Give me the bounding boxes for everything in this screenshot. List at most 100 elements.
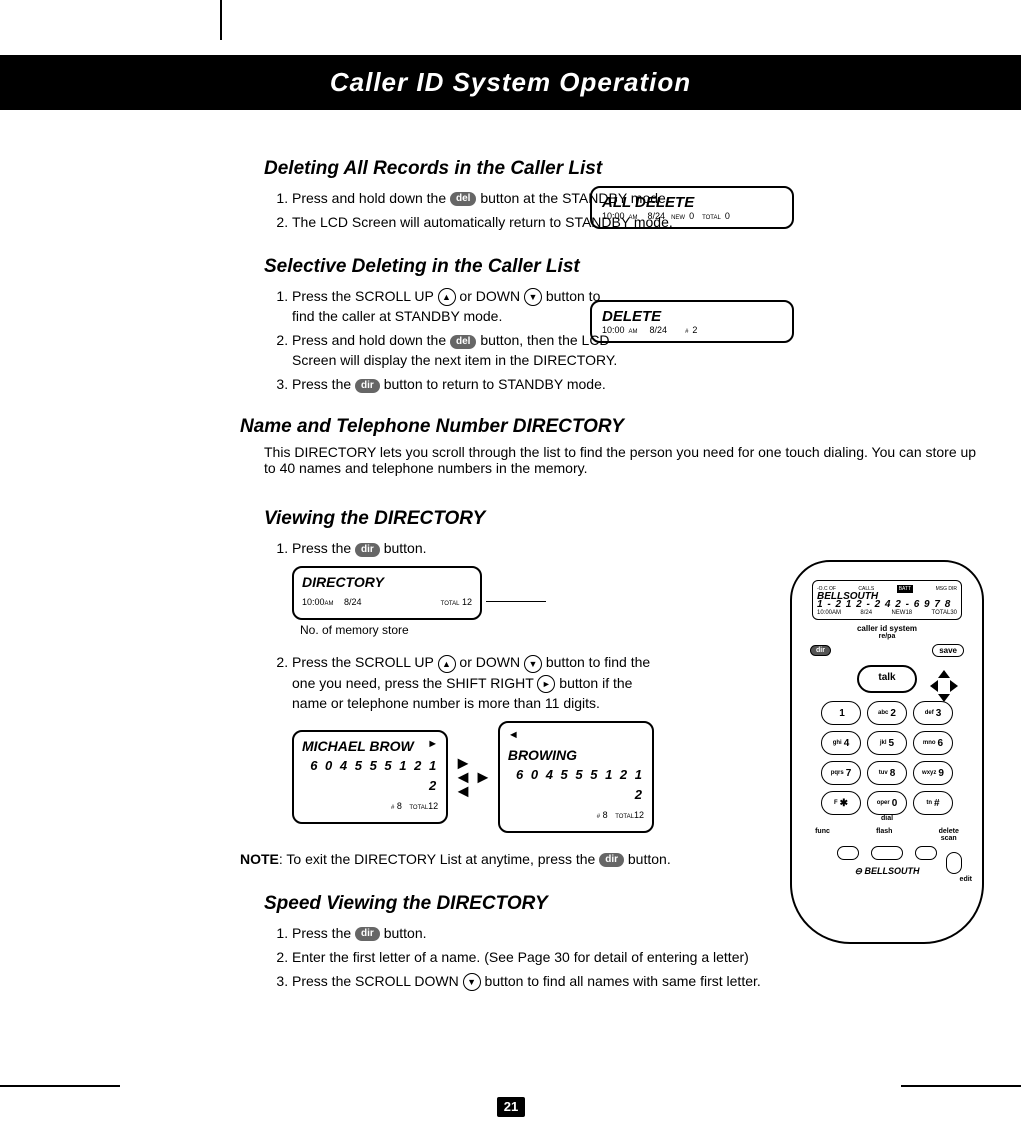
heading-viewing-directory: Viewing the DIRECTORY bbox=[264, 508, 654, 530]
phone-keypad: 1abc2def3ghi4jkl5mno6pqrs7tuv8wxyz9F✱ope… bbox=[792, 701, 982, 815]
lcd-row: # 8 TOTAL12 bbox=[508, 805, 644, 827]
lcd-row: # 8 TOTAL12 bbox=[302, 796, 438, 818]
lcd-name-pair: ► MICHAEL BROW 6 0 4 5 5 5 1 2 1 2 # 8 T… bbox=[292, 721, 654, 833]
note-label: NOTE bbox=[240, 851, 279, 867]
ap: AM bbox=[832, 610, 841, 616]
lcd-directory-title: DIRECTORY bbox=[302, 572, 472, 592]
section-selective-deleting: Selective Deleting in the Caller List Pr… bbox=[264, 256, 924, 396]
total: 12 bbox=[634, 810, 644, 820]
arrows-between: ► ◄ ► ◄ bbox=[454, 756, 492, 798]
dir-button-icon: dir bbox=[355, 543, 380, 557]
lcd-name: MICHAEL BROW bbox=[302, 736, 438, 756]
lcd-name-right: ◄ BROWING 6 0 4 5 5 5 1 2 1 2 # 8 TOTAL1… bbox=[498, 721, 654, 833]
phone-key: oper0 bbox=[867, 791, 907, 815]
total-lbl: TOTAL bbox=[615, 814, 634, 820]
phone-save-button: save bbox=[932, 644, 964, 657]
phone-dial-label: dial bbox=[792, 815, 982, 822]
dir-button-icon: dir bbox=[355, 927, 380, 941]
phone-number: 1 - 2 1 2 - 2 4 2 - 6 9 7 8 bbox=[817, 601, 957, 609]
idx: 8 bbox=[397, 801, 402, 811]
step-1: Press and hold down the del button at th… bbox=[292, 186, 924, 210]
phone-key: 1 bbox=[821, 701, 861, 725]
phone-key: mno6 bbox=[913, 731, 953, 755]
text: button. bbox=[384, 540, 427, 556]
lbl-flash: flash bbox=[876, 828, 892, 842]
steps-viewing: Press the dir button. DIRECTORY 10:00AM … bbox=[264, 536, 654, 835]
phone-key: pqrs7 bbox=[821, 761, 861, 785]
step-3: Press the SCROLL DOWN ▼ button to find a… bbox=[292, 969, 924, 993]
text: button to find all names with same first… bbox=[485, 973, 761, 989]
text: Enter the first letter of a name. (See P… bbox=[292, 949, 749, 965]
right-arrow-icon: ► bbox=[474, 770, 492, 784]
phone-key: wxyz9 bbox=[913, 761, 953, 785]
phone-key: ghi4 bbox=[821, 731, 861, 755]
text: Press the SCROLL UP bbox=[292, 654, 434, 670]
phone-screen: -O.C OF CALLS BATT MSG DIR BELLSOUTH 1 -… bbox=[812, 580, 962, 620]
shift-right-icon: ► bbox=[537, 675, 555, 693]
phone-illustration: -O.C OF CALLS BATT MSG DIR BELLSOUTH 1 -… bbox=[790, 560, 984, 944]
text: or DOWN bbox=[459, 654, 520, 670]
tt: 30 bbox=[950, 610, 957, 616]
phone-led-icon bbox=[946, 852, 962, 874]
text: Press the SCROLL DOWN bbox=[292, 973, 459, 989]
text: Press the bbox=[292, 540, 351, 556]
phone-oval-icon bbox=[837, 846, 859, 860]
right-arrow-icon: ► bbox=[427, 734, 438, 754]
steps-deleting-all: Press and hold down the del button at th… bbox=[264, 186, 924, 234]
lcd-ampm: AM bbox=[325, 601, 334, 607]
text: button at the STANDBY mode. bbox=[480, 190, 669, 206]
phone-oval-icon bbox=[871, 846, 903, 860]
phone-key: tuv8 bbox=[867, 761, 907, 785]
phone-row: 10:00AM 8/24 NEW18 TOTAL30 bbox=[817, 609, 957, 617]
step-3: Press the dir button to return to STANDB… bbox=[292, 372, 622, 396]
scroll-up-icon: ▲ bbox=[438, 288, 456, 306]
lcd-directory: DIRECTORY 10:00AM 8/24 TOTAL 12 bbox=[292, 566, 482, 620]
phone-subtitle: caller id system bbox=[792, 624, 982, 633]
lcd-time: 10:00 bbox=[302, 597, 325, 607]
lbl-delete: delete bbox=[939, 828, 959, 835]
lcd-directory-row: 10:00AM 8/24 TOTAL 12 bbox=[302, 592, 472, 614]
text: Press and hold down the bbox=[292, 332, 446, 348]
section-deleting-all: Deleting All Records in the Caller List … bbox=[264, 158, 924, 234]
lcd-directory-wrap: DIRECTORY 10:00AM 8/24 TOTAL 12 No. of m… bbox=[292, 566, 654, 640]
phone-talk-button: talk bbox=[857, 665, 917, 693]
left-arrow-icon: ◄ bbox=[508, 725, 519, 745]
phone-key: def3 bbox=[913, 701, 953, 725]
text: button. bbox=[628, 851, 671, 867]
lcd-total: 12 bbox=[462, 597, 472, 607]
idx: 8 bbox=[603, 810, 608, 820]
intro-text: This DIRECTORY lets you scroll through t… bbox=[264, 444, 980, 476]
lcd-name: BROWING bbox=[508, 745, 644, 765]
step-2: Enter the first letter of a name. (See P… bbox=[292, 945, 924, 969]
phone-key: jkl5 bbox=[867, 731, 907, 755]
steps-selective-deleting: Press the SCROLL UP ▲ or DOWN ▼ button t… bbox=[264, 284, 622, 396]
step-1: Press the SCROLL UP ▲ or DOWN ▼ button t… bbox=[292, 284, 622, 328]
page-title: Caller ID System Operation bbox=[330, 67, 691, 98]
lcd-number: 6 0 4 5 5 5 1 2 1 2 bbox=[508, 765, 644, 805]
lcd-date: 8/24 bbox=[344, 597, 362, 607]
hash: # bbox=[597, 814, 600, 820]
total: 12 bbox=[428, 801, 438, 811]
scroll-down-icon: ▼ bbox=[463, 973, 481, 991]
text: Press the bbox=[292, 925, 351, 941]
dpad-left-icon bbox=[924, 680, 938, 692]
ind-bat: BATT bbox=[897, 585, 913, 593]
phone-dir-button: dir bbox=[810, 645, 831, 656]
dpad-up-icon bbox=[938, 670, 950, 678]
viewing-left: Viewing the DIRECTORY Press the dir butt… bbox=[264, 490, 654, 835]
dpad-down-icon bbox=[938, 694, 950, 702]
heading-name-directory: Name and Telephone Number DIRECTORY bbox=[240, 416, 980, 438]
dir-button-icon: dir bbox=[599, 853, 624, 867]
dpad-right-icon bbox=[950, 680, 964, 692]
heading-selective-deleting: Selective Deleting in the Caller List bbox=[264, 256, 924, 278]
caption-memory-store: No. of memory store bbox=[300, 620, 409, 640]
text: or DOWN bbox=[459, 288, 520, 304]
step-1: Press the dir button. DIRECTORY 10:00AM … bbox=[292, 536, 654, 650]
crop-mark-bottom-right bbox=[901, 1085, 1021, 1087]
leader-line bbox=[486, 601, 546, 602]
phone-key: abc2 bbox=[867, 701, 907, 725]
phone-edit-label: edit bbox=[960, 876, 972, 883]
step-2: The LCD Screen will automatically return… bbox=[292, 210, 924, 234]
section-name-directory: Name and Telephone Number DIRECTORY This… bbox=[240, 416, 980, 476]
scroll-up-icon: ▲ bbox=[438, 655, 456, 673]
